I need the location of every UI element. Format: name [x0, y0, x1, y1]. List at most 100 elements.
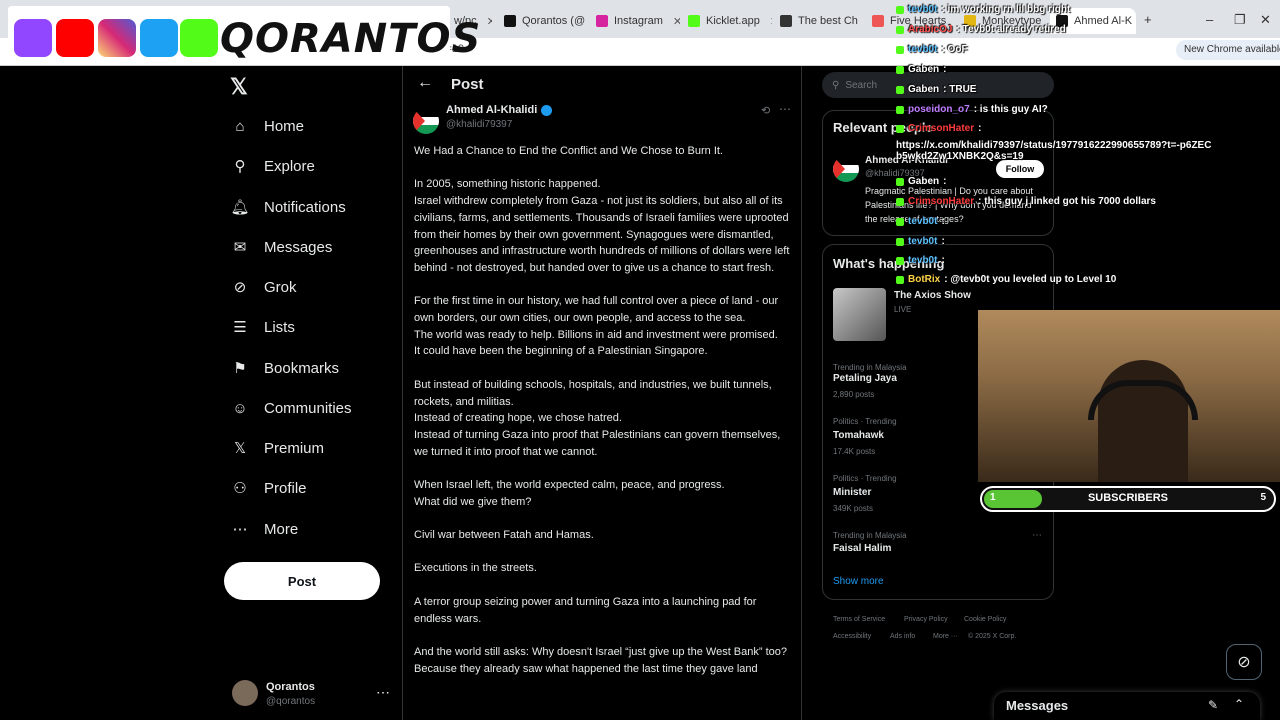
- chat-text: :: [943, 64, 947, 75]
- new-tab-icon[interactable]: +: [1144, 12, 1152, 27]
- avatar[interactable]: [413, 108, 439, 134]
- close-icon[interactable]: ✕: [487, 15, 492, 28]
- nav-item-more[interactable]: ⋯ More: [230, 511, 299, 547]
- chat-username: CrimsonHater: [908, 123, 975, 134]
- url-text[interactable]: s=19: [440, 43, 900, 61]
- chat-badge-icon: [896, 275, 904, 284]
- nav-label: Messages: [264, 238, 333, 256]
- live-status: LIVE: [894, 305, 912, 314]
- nav-label: Lists: [264, 318, 295, 336]
- expand-icon[interactable]: ⌃: [1234, 697, 1244, 711]
- follow-button[interactable]: Follow: [996, 160, 1044, 178]
- chat-username: tevb0t: [908, 44, 938, 55]
- chat-username: tevb0t: [908, 255, 938, 266]
- webcam-feed: [978, 310, 1280, 482]
- tab-label: The best Ch: [798, 15, 858, 27]
- post-paragraph: But instead of building schools, hospita…: [414, 378, 781, 458]
- trend-name[interactable]: Minister: [833, 487, 871, 498]
- nav-item-premium[interactable]: 𝕏 Premium: [230, 430, 324, 466]
- trend-name[interactable]: Tomahawk: [833, 430, 884, 441]
- live-thumbnail[interactable]: [833, 288, 886, 341]
- browser-tab[interactable]: The best Ch✕: [774, 8, 864, 34]
- nav-label: Grok: [264, 278, 297, 296]
- chat-badge-icon: [896, 105, 904, 114]
- nav-item-bookmarks[interactable]: ⚑ Bookmarks: [230, 350, 339, 386]
- chat-message: poseidon_o7: is this guy AI?: [896, 104, 1048, 115]
- minimize-icon[interactable]: –: [1206, 12, 1213, 27]
- stream-logo-banner: QORANTOS: [8, 6, 480, 64]
- chat-text: :: [941, 216, 945, 227]
- nav-item-home[interactable]: ⌂ Home: [230, 108, 304, 144]
- chat-text: :: [941, 236, 945, 247]
- chat-badge-icon: [896, 197, 904, 206]
- trend-name[interactable]: Faisal Halim: [833, 543, 891, 554]
- footer-link[interactable]: Cookie Policy: [964, 616, 1006, 623]
- chat-badge-icon: [896, 177, 904, 186]
- browser-tab[interactable]: Instagram ✕: [590, 8, 680, 34]
- author-name-text: Ahmed Al-Khalidi: [446, 104, 538, 116]
- more-icon[interactable]: ⋯: [779, 102, 791, 116]
- twitter-icon: [140, 19, 178, 57]
- twitch-icon: [14, 19, 52, 57]
- post-paragraph: In 2005, something historic happened. Is…: [414, 178, 790, 274]
- nav-label: Premium: [264, 439, 325, 457]
- tab-label: Kicklet.app: [706, 15, 760, 27]
- nav-item-messages[interactable]: ✉ Messages: [230, 229, 333, 265]
- kick-icon: [180, 19, 218, 57]
- nav-item-notifications[interactable]: 🔔︎ Notifications: [230, 189, 345, 225]
- chat-message: CrimsonHater:: [896, 123, 981, 134]
- close-icon[interactable]: ✕: [770, 15, 772, 28]
- footer-link[interactable]: Privacy Policy: [904, 616, 948, 623]
- window-close-icon[interactable]: ✕: [1260, 12, 1271, 28]
- footer-link[interactable]: Accessibility: [833, 633, 871, 640]
- maximize-icon[interactable]: ❐: [1234, 12, 1246, 28]
- nav-item-communities[interactable]: ☺ Communities: [230, 390, 351, 426]
- nav-item-grok[interactable]: ⊘ Grok: [230, 269, 297, 305]
- footer-link[interactable]: More ···: [933, 633, 958, 640]
- tab-label: Qorantos (@: [522, 15, 586, 27]
- messages-drawer[interactable]: Messages ✎ ⌃: [994, 692, 1260, 720]
- post-paragraph: For the first time in our history, we ha…: [414, 295, 779, 358]
- author-name[interactable]: Ahmed Al-Khalidi: [446, 104, 553, 116]
- chat-badge-icon: [896, 124, 904, 133]
- account-handle: @qorantos: [266, 696, 316, 707]
- instagram-favicon-icon: [596, 15, 608, 27]
- page-title: Post: [451, 76, 484, 93]
- back-arrow-icon[interactable]: ←: [417, 74, 433, 92]
- grok-icon[interactable]: ⟲: [761, 104, 770, 117]
- footer-link[interactable]: Ads info: [890, 633, 915, 640]
- nav-item-explore[interactable]: ⚲ Explore: [230, 148, 315, 184]
- nav-label: Home: [264, 117, 305, 135]
- more-icon[interactable]: ⋯: [376, 684, 390, 701]
- live-event-title[interactable]: The Axios Show: [894, 290, 971, 301]
- subscriber-goal-label: SUBSCRIBERS: [1087, 492, 1169, 504]
- new-chrome-available-button[interactable]: New Chrome available: [1176, 40, 1280, 60]
- browser-tab[interactable]: Qorantos (@✕: [498, 8, 588, 34]
- palestine-flag-icon: [833, 156, 859, 182]
- post-text: We Had a Chance to End the Conflict and …: [414, 143, 790, 694]
- new-message-icon[interactable]: ✎: [1208, 698, 1218, 712]
- avatar[interactable]: [833, 156, 859, 182]
- post-paragraph: We Had a Chance to End the Conflict and …: [414, 145, 723, 157]
- close-icon[interactable]: ✕: [673, 15, 680, 28]
- chat-badge-icon: [896, 85, 904, 94]
- chat-username: ArabicOJ: [908, 24, 953, 35]
- x-logo-icon[interactable]: 𝕏: [230, 74, 254, 99]
- footer-link[interactable]: Terms of Service: [833, 616, 885, 623]
- grok-icon[interactable]: ⊘: [1226, 644, 1262, 680]
- browser-tab[interactable]: Kicklet.app ✕: [682, 8, 772, 34]
- post-button[interactable]: Post: [224, 562, 380, 600]
- account-switcher[interactable]: Qorantos @qorantos ⋯: [232, 680, 392, 710]
- trend-more-icon[interactable]: ⋯: [1032, 530, 1042, 541]
- mail-icon: ✉: [233, 239, 247, 256]
- chat-username: tevb0t: [908, 236, 938, 247]
- trend-name[interactable]: Petaling Jaya: [833, 373, 897, 384]
- show-more-link[interactable]: Show more: [833, 576, 884, 587]
- nav-item-lists[interactable]: ☰ Lists: [230, 309, 295, 345]
- author-handle[interactable]: @khalidi79397: [446, 119, 512, 130]
- nav-item-profile[interactable]: ⚇ Profile: [230, 470, 306, 506]
- search-icon: ⚲: [832, 79, 840, 91]
- post-paragraph: Civil war between Fatah and Hamas.: [414, 529, 594, 542]
- user-icon: ⚇: [233, 480, 247, 497]
- chat-message: tevb0t:: [896, 255, 945, 266]
